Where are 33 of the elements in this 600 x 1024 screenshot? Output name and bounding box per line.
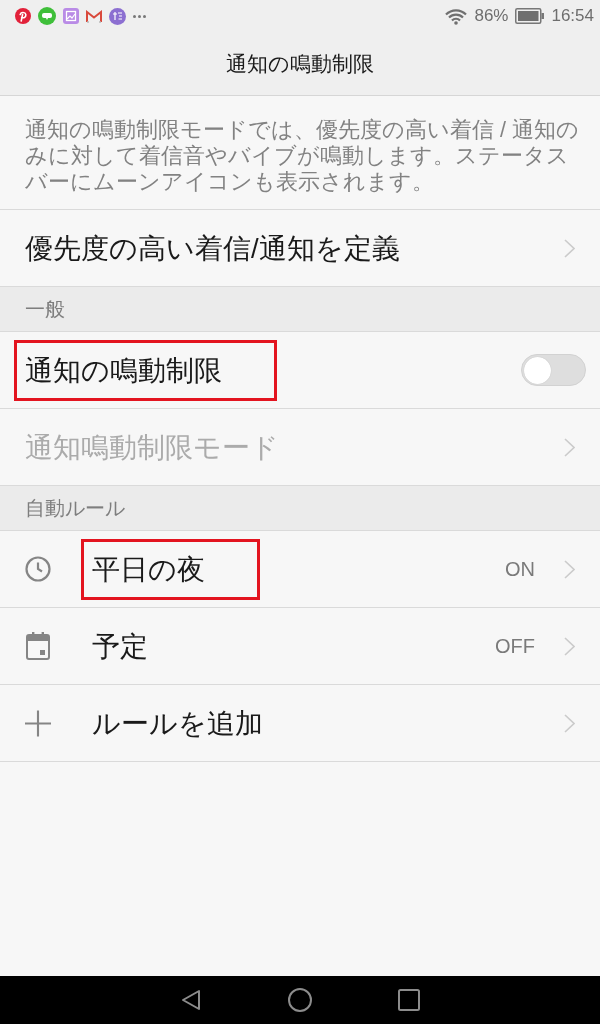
mail-icon	[86, 9, 102, 23]
section-title: 一般	[25, 297, 65, 321]
home-icon[interactable]	[288, 988, 312, 1012]
setting-label[interactable]: 平日の夜	[92, 553, 205, 585]
clock-icon	[25, 556, 51, 582]
chevron-icon	[564, 437, 575, 457]
app-logo-icon	[109, 7, 126, 25]
setting-label[interactable]: ルールを追加	[92, 707, 263, 739]
section-title: 自動ルール	[25, 496, 125, 520]
more-icon	[133, 14, 146, 18]
status-text: ON	[505, 557, 535, 581]
wifi-icon	[445, 7, 468, 25]
chevron-icon	[564, 636, 575, 656]
setting-label[interactable]: 予定	[92, 630, 148, 662]
clock-time: 16:54	[551, 6, 594, 26]
status-text: OFF	[495, 634, 535, 658]
recents-icon[interactable]	[398, 989, 420, 1011]
back-icon[interactable]	[180, 989, 202, 1011]
chevron-icon	[564, 559, 575, 579]
chat-bubble-icon	[38, 7, 56, 25]
chevron-icon	[564, 713, 575, 733]
calendar-icon	[26, 632, 50, 660]
battery-percent: 86%	[474, 6, 509, 26]
setting-label[interactable]: 通知の鳴動制限	[25, 354, 222, 386]
toggle-switch[interactable]	[521, 354, 586, 386]
plus-icon	[25, 709, 51, 737]
app-logo-icon	[15, 8, 31, 24]
setting-label[interactable]: 優先度の高い着信/通知を定義	[25, 232, 400, 264]
image-icon	[63, 8, 79, 24]
screen-title: 通知の鳴動制限	[226, 50, 374, 77]
chevron-icon	[564, 238, 575, 258]
description-text: 通知の鳴動制限モードでは、優先度の高い着信 / 通知のみに対して着信音やバイブが鳴動します。ステータスバーにムーンアイコンも表示されます。	[25, 117, 580, 195]
battery-icon	[515, 8, 545, 24]
